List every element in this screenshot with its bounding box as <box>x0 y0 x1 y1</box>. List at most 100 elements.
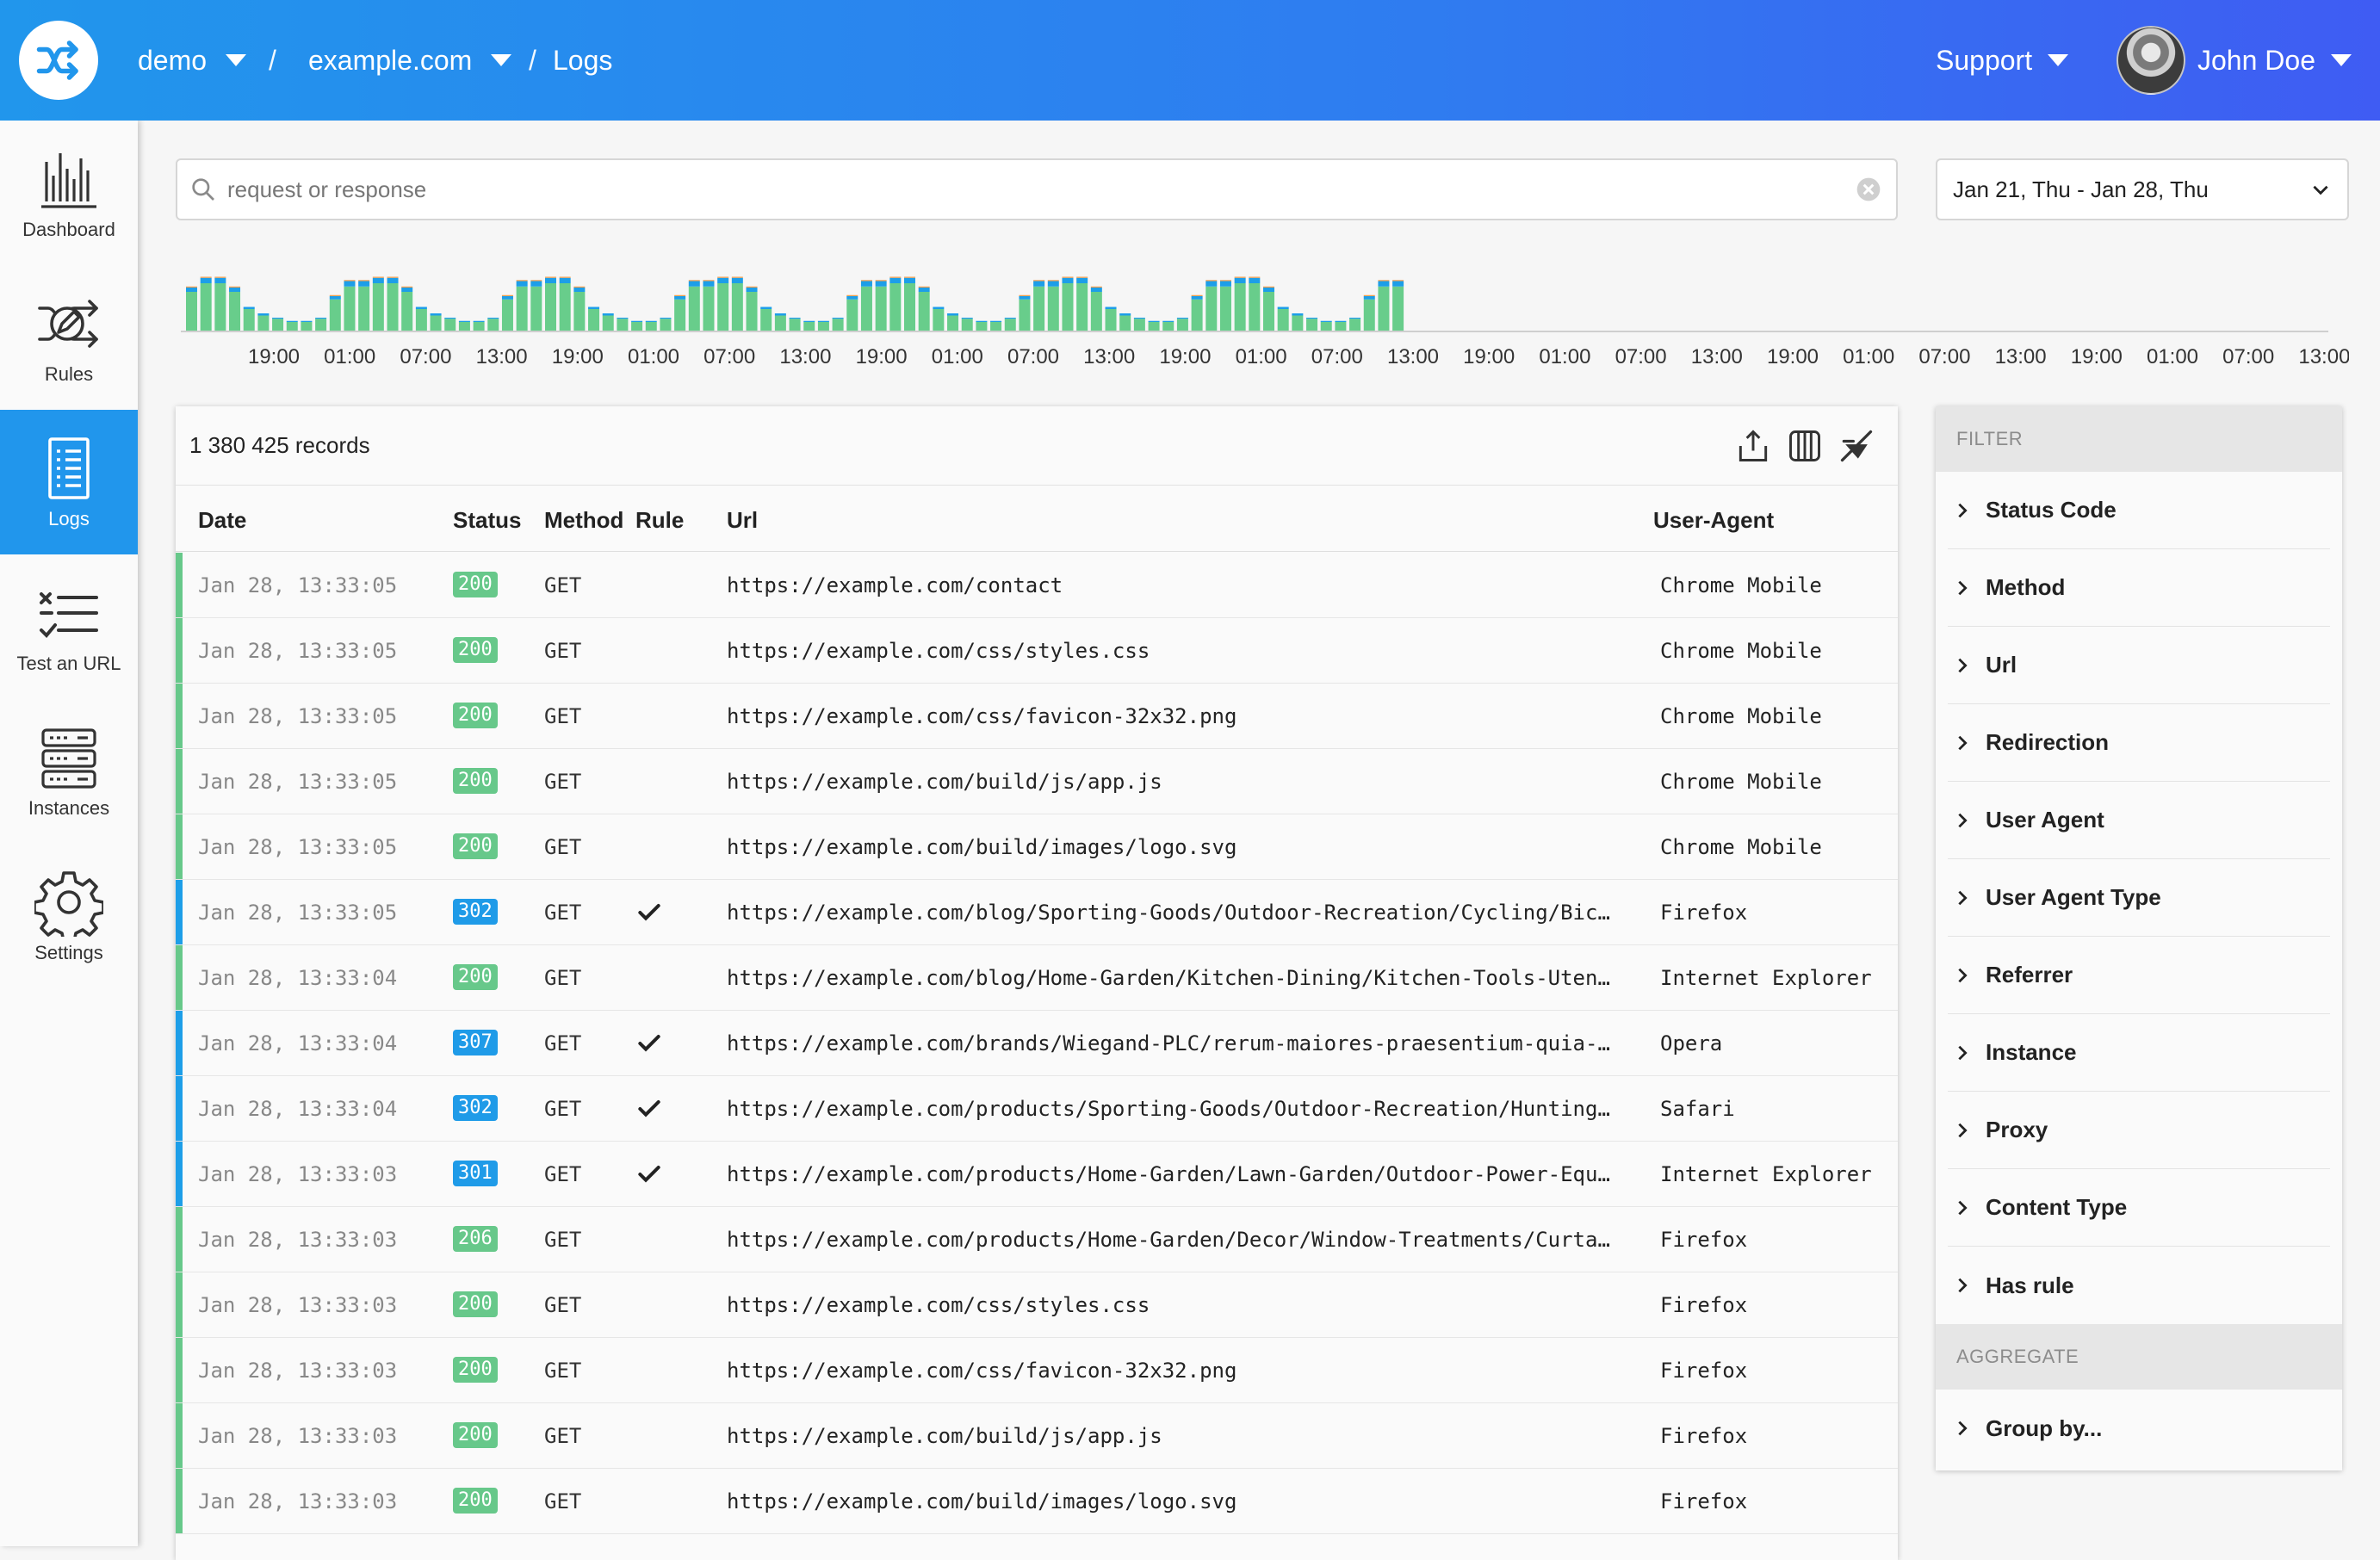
histogram-bar-segment[interactable] <box>1363 294 1375 296</box>
filter-content-type[interactable]: Content Type <box>1948 1169 2330 1247</box>
histogram-bar-segment[interactable] <box>286 320 298 322</box>
histogram-bar-segment[interactable] <box>1392 280 1404 282</box>
histogram-bar-segment[interactable] <box>789 319 801 331</box>
filter-user-agent[interactable]: User Agent <box>1948 782 2330 859</box>
histogram-bar-segment[interactable] <box>444 318 456 319</box>
histogram-bar-segment[interactable] <box>1090 286 1102 288</box>
histogram-bar-segment[interactable] <box>1119 315 1131 331</box>
histogram-bar-segment[interactable] <box>1076 276 1088 278</box>
histogram-bar-segment[interactable] <box>918 292 930 331</box>
histogram-bar-segment[interactable] <box>430 313 442 316</box>
histogram-bar-segment[interactable] <box>1249 277 1261 283</box>
avatar[interactable] <box>2117 26 2185 95</box>
histogram-bar-segment[interactable] <box>660 319 672 331</box>
histogram-bar-segment[interactable] <box>1292 315 1304 331</box>
filter-url[interactable]: Url <box>1948 627 2330 704</box>
histogram-bar-segment[interactable] <box>1392 281 1404 287</box>
filter-status-code[interactable]: Status Code <box>1948 472 2330 549</box>
histogram-bar-segment[interactable] <box>1335 320 1347 322</box>
histogram-bar-segment[interactable] <box>588 306 600 310</box>
histogram-bar-segment[interactable] <box>1176 318 1188 319</box>
histogram-bar-segment[interactable] <box>1349 319 1361 331</box>
histogram-bar-segment[interactable] <box>875 281 887 287</box>
histogram-bar-segment[interactable] <box>573 288 586 292</box>
histogram-bar-segment[interactable] <box>559 276 571 278</box>
histogram-bar-segment[interactable] <box>415 306 427 310</box>
histogram-bar-segment[interactable] <box>1148 320 1160 322</box>
table-row[interactable]: Jan 28, 13:33:04 307 GET https://example… <box>176 1011 1898 1076</box>
histogram-bar-segment[interactable] <box>1205 286 1218 331</box>
histogram-bar-segment[interactable] <box>545 283 556 331</box>
histogram-bar-segment[interactable] <box>444 319 456 331</box>
histogram-bar-segment[interactable] <box>1148 322 1160 331</box>
filter-instance[interactable]: Instance <box>1948 1014 2330 1092</box>
histogram-bar-segment[interactable] <box>774 313 786 316</box>
histogram-bar-segment[interactable] <box>717 283 729 331</box>
search-input[interactable] <box>217 164 1855 215</box>
histogram-bar-segment[interactable] <box>458 320 470 322</box>
filter-referrer[interactable]: Referrer <box>1948 937 2330 1014</box>
histogram-bar-segment[interactable] <box>1019 294 1031 296</box>
histogram-bar-segment[interactable] <box>990 322 1002 331</box>
sidebar-item-dashboard[interactable]: Dashboard <box>0 121 138 265</box>
histogram-bar-segment[interactable] <box>186 288 197 292</box>
histogram-bar-segment[interactable] <box>1219 281 1231 287</box>
histogram-bar-segment[interactable] <box>387 283 399 331</box>
histogram-bar-segment[interactable] <box>746 286 758 288</box>
histogram-bar-segment[interactable] <box>243 306 255 310</box>
histogram-bar-segment[interactable] <box>1105 309 1117 331</box>
sidebar-item-rules[interactable]: Rules <box>0 265 138 410</box>
histogram-bar-segment[interactable] <box>487 319 499 331</box>
histogram-bar-segment[interactable] <box>530 280 542 282</box>
table-row[interactable]: Jan 28, 13:33:05 200 GET https://example… <box>176 618 1898 684</box>
histogram-bar-segment[interactable] <box>1033 280 1045 282</box>
histogram-bar-segment[interactable] <box>1062 277 1074 283</box>
filter-user-agent-type[interactable]: User Agent Type <box>1948 859 2330 937</box>
histogram-bar-segment[interactable] <box>617 319 629 331</box>
histogram-bar-segment[interactable] <box>1219 286 1231 331</box>
histogram-bar-segment[interactable] <box>961 318 973 319</box>
histogram-bar-segment[interactable] <box>1004 319 1016 331</box>
histogram-bar-segment[interactable] <box>860 286 872 331</box>
histogram-bar-segment[interactable] <box>358 281 370 287</box>
histogram-bar-segment[interactable] <box>229 286 241 288</box>
histogram-bar-segment[interactable] <box>832 318 844 319</box>
histogram-bar-segment[interactable] <box>1191 296 1203 300</box>
histogram-bar-segment[interactable] <box>631 320 643 322</box>
column-header-rule[interactable]: Rule <box>635 507 684 534</box>
histogram-bar-segment[interactable] <box>458 322 470 331</box>
histogram-bar-segment[interactable] <box>731 277 743 283</box>
histogram-bar-segment[interactable] <box>1363 296 1375 300</box>
histogram-bar-segment[interactable] <box>760 309 772 331</box>
histogram-bar-segment[interactable] <box>846 296 858 300</box>
histogram-bar-segment[interactable] <box>1363 299 1375 331</box>
site-dropdown[interactable]: example.com <box>308 40 512 81</box>
histogram-bar-segment[interactable] <box>717 277 729 283</box>
histogram-bar-segment[interactable] <box>243 309 255 331</box>
histogram-bar-segment[interactable] <box>1090 292 1102 331</box>
histogram-bar-segment[interactable] <box>645 322 657 331</box>
histogram-bar-segment[interactable] <box>674 299 686 331</box>
table-row[interactable]: Jan 28, 13:33:03 206 GET https://example… <box>176 1207 1898 1272</box>
histogram-bar-segment[interactable] <box>530 286 542 331</box>
table-row[interactable]: Jan 28, 13:33:05 302 GET https://example… <box>176 880 1898 945</box>
histogram-bar-segment[interactable] <box>1019 296 1031 300</box>
histogram-bar-segment[interactable] <box>501 299 513 331</box>
histogram-bar-segment[interactable] <box>1320 320 1332 322</box>
histogram-bar-segment[interactable] <box>602 313 614 316</box>
histogram-bar-segment[interactable] <box>401 288 413 292</box>
histogram-bar-segment[interactable] <box>688 280 700 282</box>
histogram-bar-segment[interactable] <box>473 320 485 322</box>
histogram-bar-segment[interactable] <box>214 277 226 283</box>
histogram-bar-segment[interactable] <box>186 292 197 331</box>
histogram-bar-segment[interactable] <box>1263 292 1274 331</box>
histogram-bar-segment[interactable] <box>401 292 413 331</box>
histogram-bar-segment[interactable] <box>660 318 672 319</box>
histogram-bar-segment[interactable] <box>961 319 973 331</box>
histogram-bar-segment[interactable] <box>272 318 284 319</box>
histogram-bar-segment[interactable] <box>789 318 801 319</box>
histogram-bar-segment[interactable] <box>1119 313 1131 316</box>
histogram-bar-segment[interactable] <box>617 318 629 319</box>
sidebar-item-test-url[interactable]: Test an URL <box>0 554 138 699</box>
histogram-bar-segment[interactable] <box>1205 281 1218 287</box>
